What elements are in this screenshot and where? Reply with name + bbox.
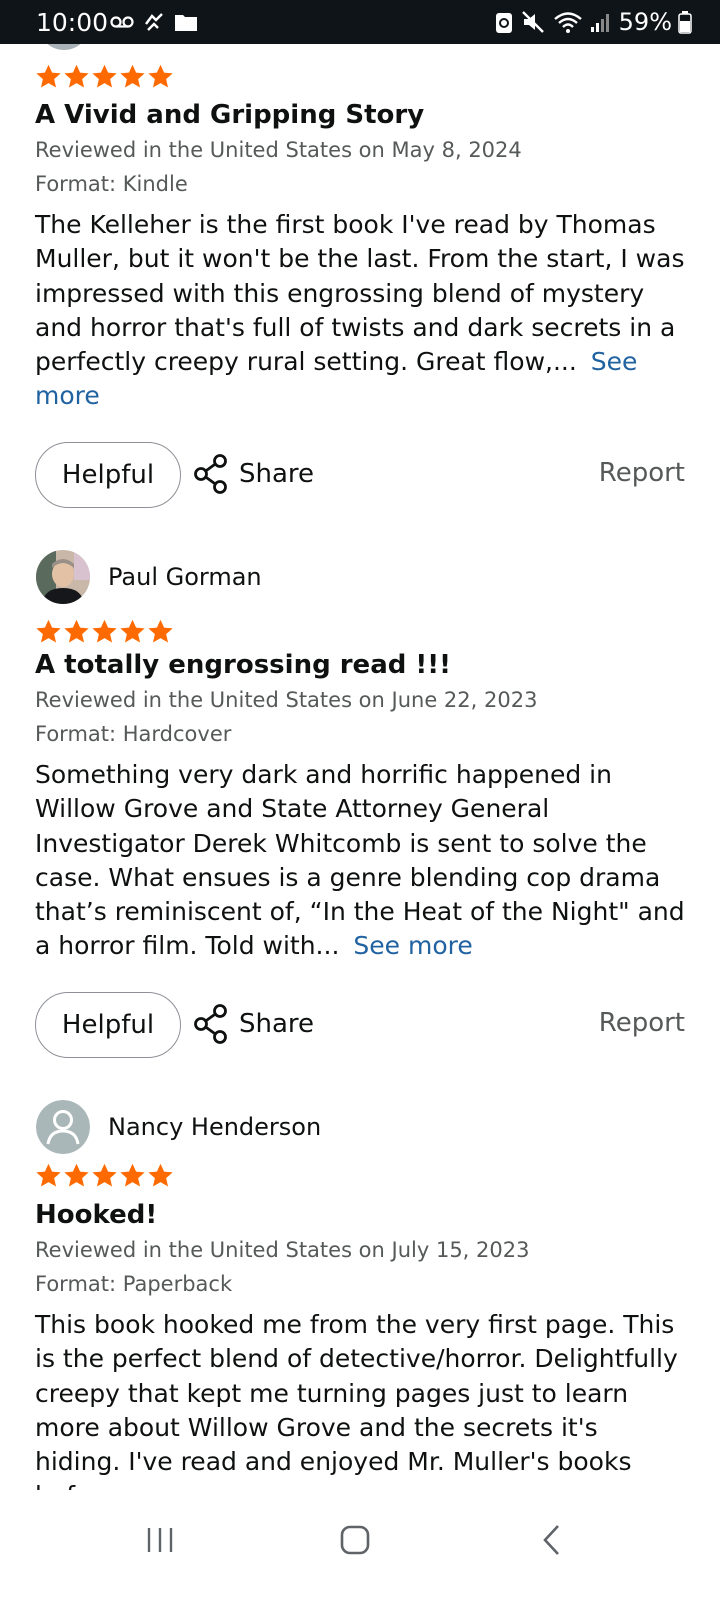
avatar [36,550,90,604]
review-format: Format: Paperback [35,1272,233,1296]
review-date: Reviewed in the United States on June 22… [35,688,538,712]
review-body: Something very dark and horrific happene… [35,758,685,964]
status-time: 10:00 [36,8,109,37]
avatar-photo [36,550,90,604]
star-icon [148,619,173,643]
review-date: Reviewed in the United States on May 8, … [35,138,522,162]
star-icon [120,1163,145,1187]
star-icon [36,1163,61,1187]
see-more-link[interactable]: See more [353,931,472,960]
reviewer-name: Paul Gorman [108,563,262,591]
navigation-bar [0,1490,720,1600]
home-icon [340,1525,370,1555]
report-link[interactable]: Report [599,458,685,488]
battery-icon [678,11,692,34]
star-icon [148,1163,173,1187]
share-button[interactable]: Share [193,454,314,494]
star-icon [120,619,145,643]
review-title[interactable]: A totally engrossing read !!! [35,650,451,680]
share-icon [194,454,227,494]
recents-button[interactable] [130,1510,190,1570]
signal-icon [590,14,609,32]
star-icon [64,619,89,643]
review-body-text: This book hooked me from the very first … [35,1310,678,1490]
star-icon [64,64,89,88]
star-icon [148,64,173,88]
wifi-icon [553,12,582,33]
share-label: Share [239,1009,315,1039]
voicemail-icon [110,16,134,28]
reviewer-name: Nancy Henderson [108,1113,322,1141]
review-body: This book hooked me from the very first … [35,1308,685,1490]
review-body-text: The Kelleher is the first book I've read… [35,210,685,377]
recycle-icon [495,13,512,33]
share-label: Share [239,459,315,489]
avatar [38,44,90,50]
avatar [36,1100,90,1154]
reviewer-profile[interactable]: Nancy Henderson [36,1100,321,1154]
review-date: Reviewed in the United States on July 15… [35,1238,530,1262]
status-bar: 10:00 59% [0,0,720,44]
mute-icon [521,11,544,33]
battery-percent: 59% [618,8,672,36]
review-actions: Helpful Share Report [35,992,685,1058]
back-button[interactable] [522,1510,582,1570]
default-avatar-icon [36,1100,90,1154]
star-rating [35,618,174,646]
share-icon [194,1004,227,1044]
star-icon [120,64,145,88]
reviewer-profile[interactable]: Paul Gorman [36,550,262,604]
star-rating [35,63,174,91]
star-icon [36,64,61,88]
share-button[interactable]: Share [193,1004,314,1044]
helpful-button[interactable]: Helpful [35,992,181,1058]
review-title[interactable]: Hooked! [35,1200,157,1230]
review-format: Format: Hardcover [35,722,232,746]
review-title[interactable]: A Vivid and Gripping Story [35,100,424,130]
star-icon [92,64,117,88]
review-format: Format: Kindle [35,172,188,196]
report-link[interactable]: Report [599,1008,685,1038]
review-body: The Kelleher is the first book I've read… [35,208,685,414]
sync-icon [145,13,163,31]
star-icon [64,1163,89,1187]
star-rating [35,1162,174,1190]
folder-icon [175,15,197,31]
helpful-button[interactable]: Helpful [35,442,181,508]
home-button[interactable] [325,1510,385,1570]
review-actions: Helpful Share Report [35,442,685,508]
back-icon [543,1525,559,1555]
star-icon [36,619,61,643]
star-icon [92,1163,117,1187]
recents-icon [147,1528,173,1552]
reviews-feed[interactable]: A Vivid and Gripping Story Reviewed in t… [0,44,720,1490]
star-icon [92,619,117,643]
